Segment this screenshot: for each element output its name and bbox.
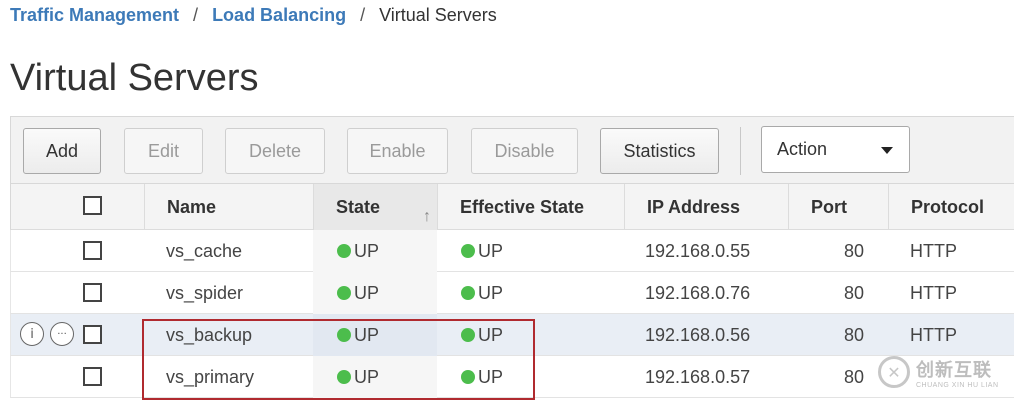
add-button[interactable]: Add (23, 128, 101, 174)
cell-name: vs_backup (166, 324, 253, 345)
cell-effective-state: UP (461, 230, 503, 272)
cell-state-text: UP (354, 240, 380, 261)
status-up-icon (461, 244, 475, 258)
row-checkbox[interactable] (83, 241, 102, 260)
caret-down-icon (881, 147, 893, 154)
column-header-protocol[interactable]: Protocol (888, 184, 1014, 230)
cell-state-text: UP (354, 366, 380, 387)
breadcrumb-separator: / (360, 4, 366, 25)
status-up-icon (461, 370, 475, 384)
watermark-text: 创新互联 CHUANG XIN HU LIAN (916, 356, 999, 389)
action-dropdown[interactable]: Action (761, 126, 910, 173)
column-header-name[interactable]: Name (144, 184, 313, 230)
virtual-servers-table: Name State ↑ Effective State IP Address … (10, 184, 1014, 398)
edit-button[interactable]: Edit (124, 128, 203, 174)
cell-effective-state-text: UP (478, 282, 504, 303)
status-up-icon (337, 370, 351, 384)
status-up-icon (337, 286, 351, 300)
watermark-en: CHUANG XIN HU LIAN (916, 381, 999, 389)
cell-effective-state-text: UP (478, 240, 504, 261)
column-header-state-label: State (336, 196, 381, 217)
cell-effective-state: UP (461, 314, 503, 356)
cell-name: vs_spider (166, 282, 244, 303)
column-header-name-label: Name (167, 196, 217, 217)
select-all-checkbox[interactable] (83, 196, 102, 215)
cell-ip-address: 192.168.0.76 (645, 282, 751, 303)
enable-button[interactable]: Enable (347, 128, 448, 174)
column-header-protocol-label: Protocol (911, 196, 985, 217)
breadcrumb-separator: / (193, 4, 199, 25)
cell-ip-address: 192.168.0.57 (645, 366, 751, 387)
toolbar: Add Edit Delete Enable Disable Statistic… (10, 116, 1014, 184)
watermark: ✕ 创新互联 CHUANG XIN HU LIAN (878, 354, 1008, 390)
cell-effective-state-text: UP (478, 324, 504, 345)
cell-port: 80 (843, 282, 864, 303)
cell-name: vs_cache (166, 240, 243, 261)
cell-effective-state: UP (461, 272, 503, 314)
cell-state-text: UP (354, 324, 380, 345)
cell-port: 80 (843, 324, 864, 345)
cell-protocol: HTTP (910, 282, 957, 303)
column-header-effective-state[interactable]: Effective State (437, 184, 624, 230)
cell-state: UP (313, 356, 437, 398)
status-up-icon (337, 328, 351, 342)
page-title: Virtual Servers (10, 57, 259, 99)
toolbar-divider (740, 127, 741, 175)
cell-ip-address: 192.168.0.56 (645, 324, 751, 345)
info-icon[interactable]: i (20, 322, 44, 346)
action-dropdown-label: Action (777, 139, 828, 159)
cell-state: UP (313, 314, 437, 356)
delete-button[interactable]: Delete (225, 128, 325, 174)
table-row[interactable]: vs_cache UP UP 192.168.0.55 80 HTTP (10, 230, 1014, 272)
cell-protocol: HTTP (910, 240, 957, 261)
cell-effective-state: UP (461, 356, 503, 398)
column-header-ip-address-label: IP Address (647, 196, 741, 217)
status-up-icon (461, 286, 475, 300)
column-header-port-label: Port (811, 196, 847, 217)
cell-state: UP (313, 230, 437, 272)
breadcrumb-load-balancing[interactable]: Load Balancing (212, 5, 346, 26)
watermark-cn: 创新互联 (916, 359, 992, 381)
table-header: Name State ↑ Effective State IP Address … (10, 184, 1014, 230)
statistics-button[interactable]: Statistics (600, 128, 719, 174)
cell-state: UP (313, 272, 437, 314)
column-header-effective-state-label: Effective State (460, 196, 585, 217)
watermark-logo-icon: ✕ (878, 356, 910, 388)
sort-ascending-icon: ↑ (423, 208, 431, 225)
breadcrumb: Traffic Management / Load Balancing / Vi… (10, 4, 497, 26)
breadcrumb-current: Virtual Servers (379, 4, 497, 25)
row-checkbox[interactable] (83, 283, 102, 302)
column-header-port[interactable]: Port (788, 184, 888, 230)
column-header-ip-address[interactable]: IP Address (624, 184, 788, 230)
table-row[interactable]: vs_primary UP UP 192.168.0.57 80 (10, 356, 1014, 398)
status-up-icon (461, 328, 475, 342)
status-up-icon (337, 244, 351, 258)
cell-port: 80 (843, 366, 864, 387)
table-row[interactable]: i ··· vs_backup UP UP 192.168.0.56 80 HT… (10, 314, 1014, 356)
disable-button[interactable]: Disable (471, 128, 578, 174)
cell-effective-state-text: UP (478, 366, 504, 387)
more-options-icon[interactable]: ··· (50, 322, 74, 346)
cell-name: vs_primary (166, 366, 255, 387)
row-checkbox[interactable] (83, 367, 102, 386)
row-checkbox[interactable] (83, 325, 102, 344)
breadcrumb-traffic-management[interactable]: Traffic Management (10, 5, 179, 26)
cell-ip-address: 192.168.0.55 (645, 240, 751, 261)
cell-state-text: UP (354, 282, 380, 303)
column-header-state[interactable]: State ↑ (313, 184, 437, 230)
cell-protocol: HTTP (910, 324, 957, 345)
cell-port: 80 (843, 240, 864, 261)
table-row[interactable]: vs_spider UP UP 192.168.0.76 80 HTTP (10, 272, 1014, 314)
